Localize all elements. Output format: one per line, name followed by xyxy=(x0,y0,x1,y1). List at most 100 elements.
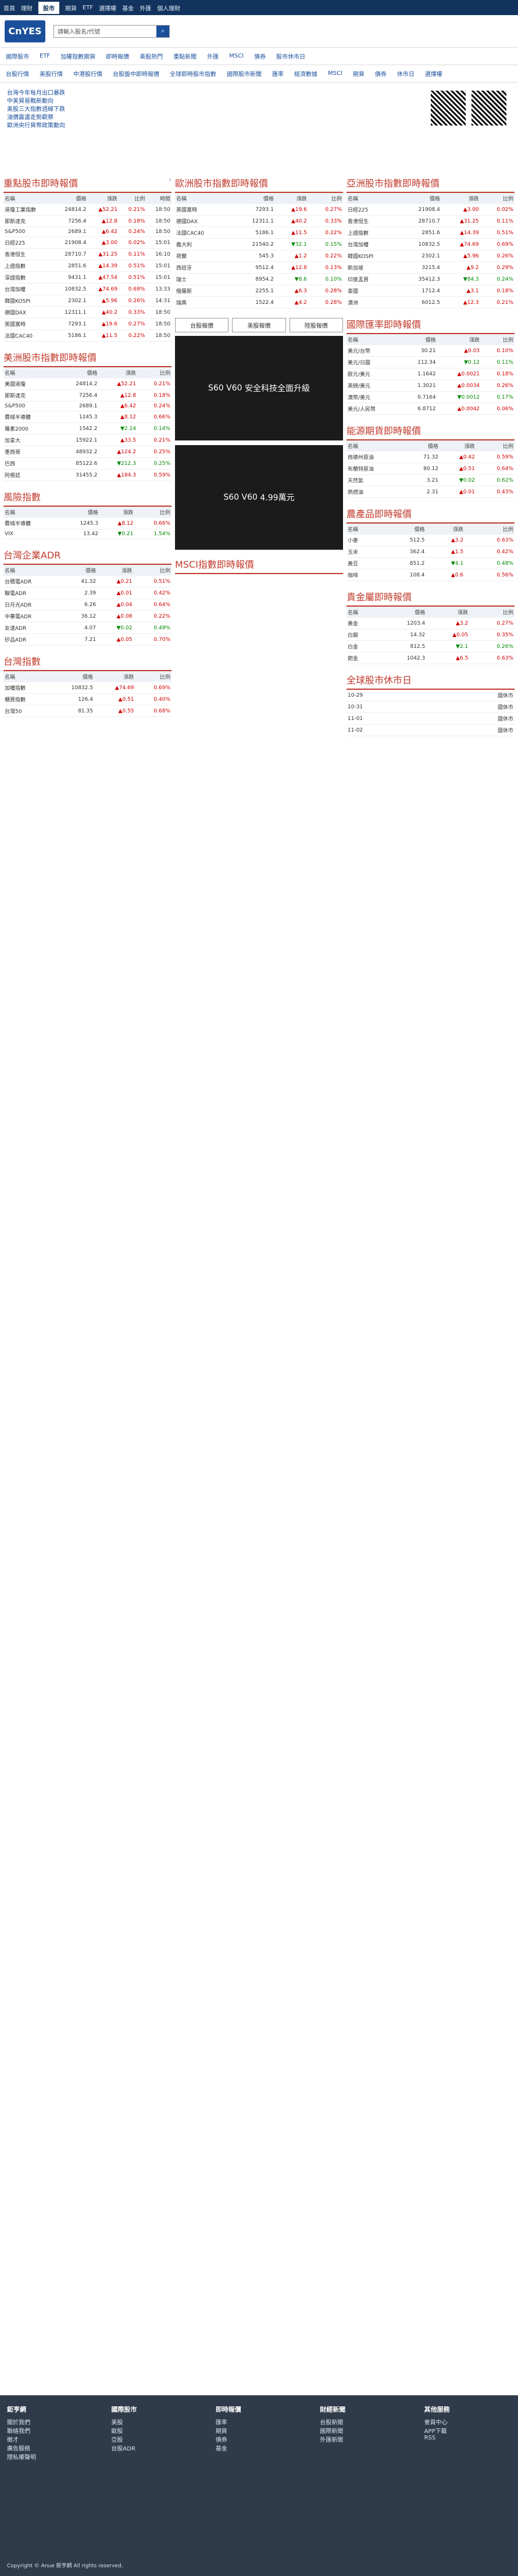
table-row[interactable]: 櫃買指數 126.4 ▲0.51 0.40% xyxy=(3,693,172,705)
table-row[interactable]: 法國CAC40 5186.1 ▲11.5 0.22% 18:50 xyxy=(3,329,172,342)
ad-banner[interactable]: S60 V60 安全科技全面升級 xyxy=(175,336,343,440)
table-row[interactable]: S&P500 2689.1 ▲6.42 0.24% 18:50 xyxy=(3,227,172,237)
table-row[interactable]: 友達ADR 4.07 ▼0.02 0.49% xyxy=(3,622,172,634)
footer-link[interactable]: 國際新聞 xyxy=(320,2426,406,2435)
table-row[interactable]: VIX 13.42 ▼0.21 1.54% xyxy=(3,529,172,539)
top-tab[interactable]: 期貨 xyxy=(65,3,77,12)
footer-link[interactable]: 隱私權聲明 xyxy=(7,2452,94,2461)
table-row[interactable]: 法國CAC40 5186.1 ▲11.5 0.22% xyxy=(175,227,343,239)
subnav-item[interactable]: 台股行情 xyxy=(6,69,29,78)
table-row[interactable]: 義大利 21540.2 ▼32.1 0.15% xyxy=(175,238,343,250)
table-row[interactable]: 英國富時 7293.1 ▲19.6 0.27% 18:50 xyxy=(3,318,172,330)
subnav-item[interactable]: 債券 xyxy=(375,69,387,78)
subnav-item[interactable]: 全球即時股市指數 xyxy=(170,69,216,78)
ad-banner[interactable]: S60 V60 4.99萬元 xyxy=(175,445,343,550)
footer-link[interactable]: 會員中心 xyxy=(424,2417,511,2426)
table-row[interactable]: 英國富時 7293.1 ▲19.6 0.27% xyxy=(175,204,343,216)
nav-item[interactable]: ETF xyxy=(40,53,50,59)
table-row[interactable]: 上證指數 2851.6 ▲14.39 0.51% 15:01 xyxy=(3,260,172,272)
subnav-item[interactable]: 中港股行情 xyxy=(73,69,102,78)
top-tab[interactable]: 理財 xyxy=(21,3,33,12)
table-row[interactable]: 矽品ADR 7.21 ▲0.05 0.70% xyxy=(3,633,172,646)
quote-button[interactable]: 台股報價 xyxy=(175,318,229,332)
table-row[interactable]: 巴西 85122.6 ▼212.3 0.25% xyxy=(3,457,172,470)
table-row[interactable]: 小麥 512.5 ▲3.2 0.63% xyxy=(346,535,515,546)
search-input[interactable]: 請輸入股名/代號 xyxy=(54,27,156,35)
top-tab[interactable]: 選擇權 xyxy=(99,3,116,12)
table-row[interactable]: 台灣加權 10832.5 ▲74.69 0.69% xyxy=(346,238,515,250)
subnav-item[interactable]: 選擇權 xyxy=(425,69,442,78)
table-row[interactable]: S&P500 2689.1 ▲6.42 0.24% xyxy=(3,401,172,411)
table-row[interactable]: 台積電ADR 41.32 ▲0.21 0.51% xyxy=(3,576,172,587)
table-row[interactable]: 西德州原油 71.32 ▲0.42 0.59% xyxy=(346,452,515,463)
footer-link[interactable]: 匯率 xyxy=(216,2417,302,2426)
subnav-item[interactable]: MSCI xyxy=(328,70,342,77)
footer-link[interactable]: 期貨 xyxy=(216,2426,302,2435)
table-row[interactable]: 中華電ADR 36.12 ▲0.08 0.22% xyxy=(3,610,172,622)
footer-link[interactable]: 聯絡我們 xyxy=(7,2426,94,2435)
top-tab[interactable]: 股市 xyxy=(38,1,59,14)
table-row[interactable]: 西班牙 9512.4 ▲12.8 0.13% xyxy=(175,261,343,274)
table-row[interactable]: 台灣加權 10832.5 ▲74.69 0.69% 13:33 xyxy=(3,283,172,295)
table-row[interactable]: 道瓊工業指數 24814.2 ▲52.21 0.21% 18:50 xyxy=(3,204,172,216)
footer-link[interactable]: APP下載 xyxy=(424,2426,511,2435)
footer-link[interactable]: 美股 xyxy=(111,2417,198,2426)
footer-link[interactable]: 基金 xyxy=(216,2444,302,2452)
subnav-item[interactable]: 匯率 xyxy=(272,69,284,78)
table-row[interactable]: 羅素2000 1542.2 ▼2.14 0.14% xyxy=(3,422,172,435)
table-row[interactable]: 英鎊/美元 1.3021 ▲0.0034 0.26% xyxy=(346,379,515,392)
quote-button[interactable]: 陸股報價 xyxy=(289,318,343,332)
nav-item[interactable]: 股市休市日 xyxy=(276,52,305,60)
top-tab[interactable]: ETF xyxy=(83,5,93,11)
table-row[interactable]: 白金 812.5 ▼2.1 0.26% xyxy=(346,640,515,653)
table-row[interactable]: 咖啡 108.4 ▲0.6 0.56% xyxy=(346,569,515,581)
quote-button[interactable]: 美股報價 xyxy=(232,318,286,332)
table-row[interactable]: 美國道瓊 24814.2 ▲52.21 0.21% xyxy=(3,378,172,390)
table-row[interactable]: 玉米 362.4 ▲1.5 0.42% xyxy=(346,546,515,558)
table-row[interactable]: 新加坡 3215.4 ▲9.2 0.29% xyxy=(346,261,515,274)
footer-link[interactable]: 關於我們 xyxy=(7,2417,94,2426)
subnav-item[interactable]: 台股盤中即時報價 xyxy=(113,69,159,78)
table-row[interactable]: 俄羅斯 2255.1 ▲6.3 0.28% xyxy=(175,285,343,297)
table-row[interactable]: 加拿大 15922.1 ▲33.5 0.21% xyxy=(3,434,172,446)
table-row[interactable]: 瑞士 8954.2 ▼8.6 0.10% xyxy=(175,273,343,285)
table-row[interactable]: 日月光ADR 6.26 ▲0.04 0.64% xyxy=(3,599,172,611)
table-row[interactable]: 那斯達克 7256.4 ▲12.8 0.18% 18:50 xyxy=(3,215,172,227)
search-icon[interactable]: ⌕ xyxy=(156,25,169,37)
top-tab[interactable]: 個人理財 xyxy=(157,3,180,12)
nav-item[interactable]: 重點新聞 xyxy=(173,52,197,60)
nav-item[interactable]: 外匯 xyxy=(207,52,219,60)
table-row[interactable]: 美元/台幣 30.21 ▲0.03 0.10% xyxy=(346,345,515,357)
table-row[interactable]: 那斯達克 7256.4 ▲12.8 0.18% xyxy=(3,389,172,402)
table-row[interactable]: 澳幣/美元 0.7164 ▼0.0012 0.17% xyxy=(346,391,515,403)
footer-link[interactable]: 歐股 xyxy=(111,2426,198,2435)
footer-link[interactable]: 亞股 xyxy=(111,2435,198,2444)
table-row[interactable]: 天然氣 3.21 ▼0.02 0.62% xyxy=(346,474,515,486)
table-row[interactable]: 香港恒生 28710.7 ▲31.25 0.11% 16:10 xyxy=(3,248,172,260)
subnav-item[interactable]: 國際股市新聞 xyxy=(227,69,262,78)
table-row[interactable]: 德國DAX 12311.1 ▲40.2 0.33% 18:50 xyxy=(3,306,172,318)
subnav-item[interactable]: 美股行情 xyxy=(40,69,63,78)
table-row[interactable]: 德國DAX 12311.1 ▲40.2 0.33% xyxy=(175,215,343,227)
table-row[interactable]: 荷蘭 545.3 ▲1.2 0.22% xyxy=(175,250,343,262)
search-box[interactable]: 請輸入股名/代號 ⌕ xyxy=(53,24,170,38)
nav-item[interactable]: MSCI xyxy=(229,53,244,59)
table-row[interactable]: 美元/日圓 112.34 ▼0.12 0.11% xyxy=(346,356,515,368)
table-row[interactable]: 韓國KOSPI 2302.1 ▲5.96 0.26% xyxy=(346,250,515,262)
table-row[interactable]: 熱燃油 2.31 ▲0.01 0.43% xyxy=(346,486,515,498)
footer-link[interactable]: 外匯新聞 xyxy=(320,2435,406,2444)
table-row[interactable]: 上證指數 2851.6 ▲14.39 0.51% xyxy=(346,227,515,239)
top-tab[interactable]: 基金 xyxy=(122,3,134,12)
nav-item[interactable]: 國際股市 xyxy=(6,52,29,60)
table-row[interactable]: 白銀 14.32 ▲0.05 0.35% xyxy=(346,629,515,641)
footer-link[interactable]: 台股ADR xyxy=(111,2444,198,2452)
table-row[interactable]: 香港恒生 28710.7 ▲31.25 0.11% xyxy=(346,215,515,227)
table-row[interactable]: 深證指數 9431.1 ▲47.54 0.51% 15:01 xyxy=(3,271,172,284)
footer-link[interactable]: RSS xyxy=(424,2435,511,2441)
nav-item[interactable]: 債券 xyxy=(254,52,266,60)
table-row[interactable]: 日經225 21908.4 ▲3.00 0.02% 15:01 xyxy=(3,237,172,249)
table-row[interactable]: 費城半導體 1245.3 ▲8.12 0.66% xyxy=(3,411,172,423)
table-row[interactable]: 瑞典 1522.4 ▲4.2 0.28% xyxy=(175,296,343,309)
table-row[interactable]: 費城半導體 1245.3 ▲8.12 0.66% xyxy=(3,518,172,529)
table-row[interactable]: 韓國KOSPI 2302.1 ▲5.96 0.26% 14:31 xyxy=(3,295,172,307)
